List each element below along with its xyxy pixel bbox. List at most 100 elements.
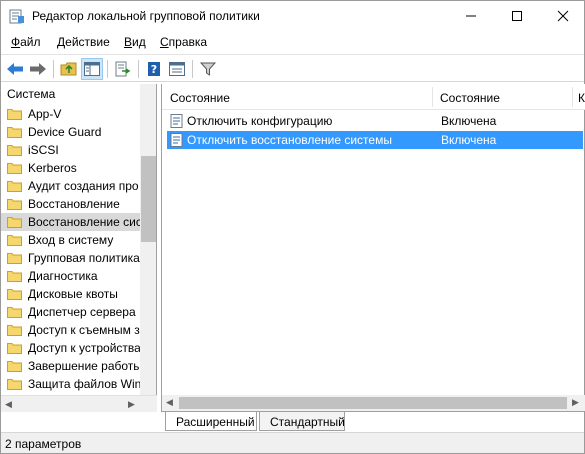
toolbar-separator	[107, 60, 108, 78]
policy-state: Включена	[441, 114, 497, 128]
tree-item[interactable]: App-V	[1, 105, 141, 123]
show-hide-tree-icon	[84, 62, 100, 76]
folder-icon	[7, 162, 22, 174]
column-divider[interactable]	[572, 87, 573, 107]
tree-item-label: Диспетчер сервера	[28, 305, 136, 319]
scroll-right-arrow-icon[interactable]: ▶	[128, 399, 135, 410]
column-header-comment[interactable]: К	[578, 91, 585, 105]
list-scroll-thumb[interactable]	[179, 397, 567, 409]
tree-item-label: Вход в систему	[28, 233, 114, 247]
folder-icon	[7, 270, 22, 282]
filter-button[interactable]	[197, 58, 219, 80]
list-horizontal-scrollbar[interactable]: ◀ ▶	[162, 395, 585, 411]
window-title: Редактор локальной групповой политики	[32, 9, 260, 23]
tree-item[interactable]: Завершение работы	[1, 357, 141, 375]
column-header-name[interactable]: Состояние	[170, 91, 230, 105]
column-header-state[interactable]: Состояние	[440, 91, 500, 105]
status-bar: 2 параметров	[1, 432, 584, 453]
folder-icon	[7, 198, 22, 210]
back-arrow-icon	[7, 63, 23, 75]
menu-file[interactable]: Файл	[11, 35, 41, 49]
tree-vertical-scrollbar[interactable]	[140, 84, 156, 411]
tree-item[interactable]: Групповая политика	[1, 249, 141, 267]
export-list-button[interactable]	[112, 58, 134, 80]
folder-icon	[7, 342, 22, 354]
properties-button[interactable]	[166, 58, 188, 80]
tree-horizontal-scrollbar[interactable]: ◀ ▶	[1, 395, 157, 412]
tree-item[interactable]: Доступ к устройства	[1, 339, 141, 357]
folder-icon	[7, 306, 22, 318]
tab-standard[interactable]: Стандартный	[259, 412, 345, 431]
minimize-icon	[466, 15, 476, 17]
tree-item-label: Device Guard	[28, 125, 102, 139]
folder-icon	[7, 252, 22, 264]
minimize-button[interactable]	[448, 1, 494, 31]
policy-editor-icon	[9, 8, 25, 24]
policy-setting-icon	[170, 133, 184, 147]
scroll-left-arrow-icon[interactable]: ◀	[166, 397, 173, 408]
tree-item-label: Доступ к устройства	[28, 341, 141, 355]
filter-icon	[200, 62, 216, 76]
tree-item[interactable]: Защита файлов Win	[1, 375, 141, 393]
maximize-button[interactable]	[494, 1, 540, 31]
menu-bar: Файл Действие Вид Справка	[1, 32, 584, 53]
tree-item[interactable]: Device Guard	[1, 123, 141, 141]
tree-root-label[interactable]: Система	[7, 87, 55, 101]
tree-item[interactable]: Диагностика	[1, 267, 141, 285]
tree-item[interactable]: Аудит создания про	[1, 177, 141, 195]
menu-help[interactable]: Справка	[160, 35, 207, 49]
tree-item-label: Восстановление сис	[28, 215, 141, 229]
tree-item[interactable]: Вход в систему	[1, 231, 141, 249]
scroll-left-arrow-icon[interactable]: ◀	[5, 399, 12, 410]
tab-extended[interactable]: Расширенный	[165, 412, 257, 431]
tree-item[interactable]: iSCSI	[1, 141, 141, 159]
close-button[interactable]	[540, 1, 585, 31]
folder-icon	[7, 126, 22, 138]
menu-view[interactable]: Вид	[124, 35, 146, 49]
tree-pane[interactable]: Система App-V Device Guard iSCSI Kerberos Ау…	[1, 84, 157, 411]
tree-item-label: Аудит создания про	[28, 179, 139, 193]
app-window: Редактор локальной групповой политики Фа…	[0, 0, 585, 454]
title-bar[interactable]: Редактор локальной групповой политики	[1, 1, 584, 31]
column-divider[interactable]	[432, 87, 433, 107]
forward-button[interactable]	[27, 58, 49, 80]
tree-item-label: Диагностика	[28, 269, 98, 283]
toolbar: ?	[1, 54, 584, 82]
tree-item-label: Доступ к съемным з	[28, 323, 140, 337]
tree-item-label: Восстановление	[28, 197, 120, 211]
help-button[interactable]: ?	[143, 58, 165, 80]
tree-item[interactable]: Восстановление	[1, 195, 141, 213]
toolbar-separator	[53, 60, 54, 78]
policy-row[interactable]: Отключить конфигурацию Включена	[167, 112, 583, 130]
tree-item[interactable]: Доступ к съемным з	[1, 321, 141, 339]
folder-icon	[7, 144, 22, 156]
folder-icon	[7, 288, 22, 300]
tree-item[interactable]: Дисковые квоты	[1, 285, 141, 303]
tree-item[interactable]: Диспетчер сервера	[1, 303, 141, 321]
menu-action[interactable]: Действие	[57, 35, 110, 49]
folder-icon	[7, 216, 22, 228]
toolbar-separator	[138, 60, 139, 78]
export-list-icon	[115, 61, 131, 77]
tree-item[interactable]: Восстановление сис	[1, 213, 141, 231]
show-hide-tree-button[interactable]	[81, 58, 103, 80]
folder-icon	[7, 324, 22, 336]
tree-scroll-thumb[interactable]	[141, 156, 156, 242]
settings-list-pane[interactable]: Состояние Состояние К Отключить конфигур…	[161, 84, 585, 411]
up-folder-icon	[60, 62, 77, 76]
folder-icon	[7, 234, 22, 246]
policy-row[interactable]: Отключить восстановление системы Включена	[167, 131, 583, 149]
list-column-header: Состояние Состояние К	[162, 84, 585, 110]
tree-item-label: Kerberos	[28, 161, 77, 175]
scroll-right-arrow-icon[interactable]: ▶	[572, 397, 579, 408]
tree-item-label: Защита файлов Win	[28, 377, 141, 391]
maximize-icon	[512, 11, 522, 21]
help-icon: ?	[148, 62, 160, 76]
tree-item-label: Дисковые квоты	[28, 287, 118, 301]
up-one-level-button[interactable]	[58, 58, 80, 80]
forward-arrow-icon	[30, 63, 46, 75]
back-button[interactable]	[4, 58, 26, 80]
policy-name: Отключить конфигурацию	[187, 114, 333, 128]
tree-item[interactable]: Kerberos	[1, 159, 141, 177]
tree-item-label: Групповая политика	[28, 251, 140, 265]
